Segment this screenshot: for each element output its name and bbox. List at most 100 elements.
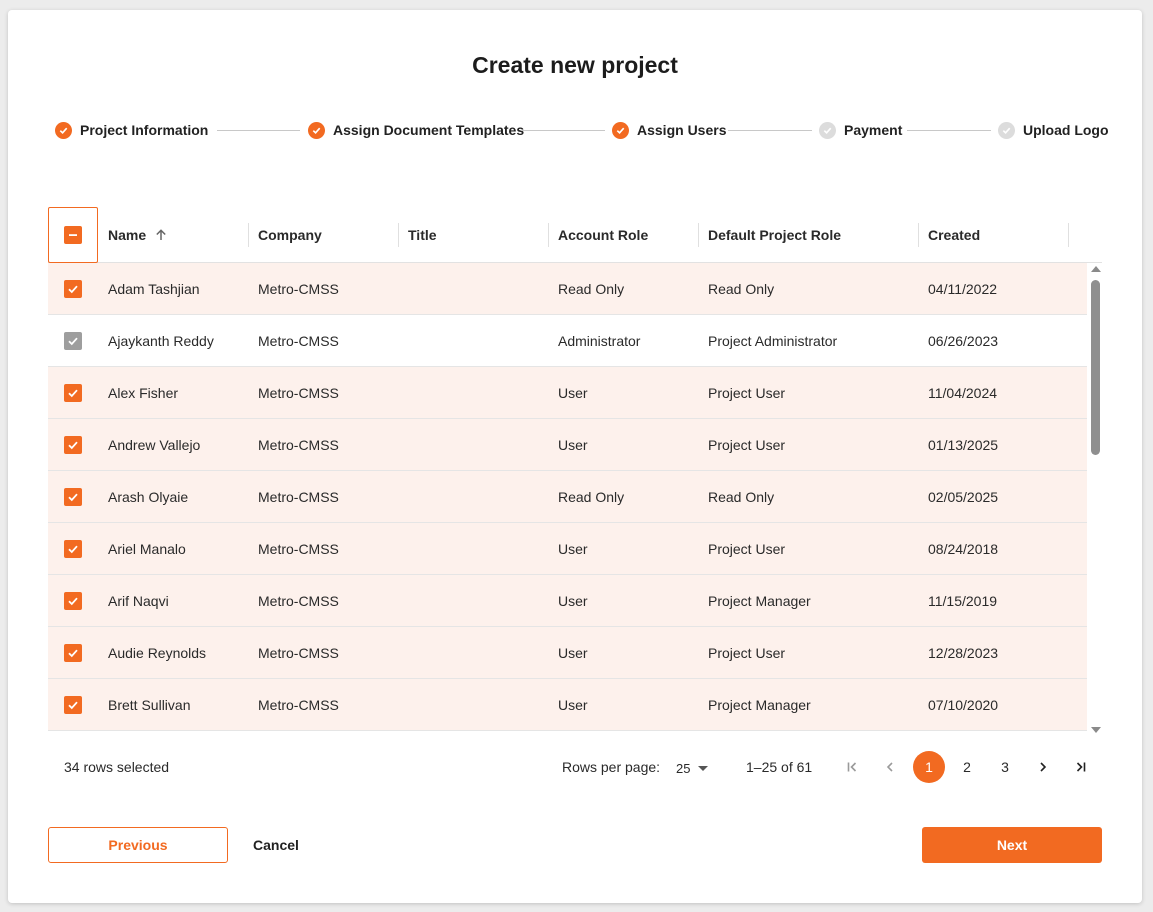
- column-label: Account Role: [558, 227, 649, 243]
- caret-down-icon: [698, 765, 709, 771]
- table-row[interactable]: Ariel Manalo Metro-CMSS User Project User 08…: [48, 523, 1087, 575]
- cell-company: Metro-CMSS: [258, 436, 339, 453]
- table-row[interactable]: Brett Sullivan Metro-CMSS User Project Mana…: [48, 679, 1087, 731]
- cell-company: Metro-CMSS: [258, 332, 339, 349]
- checkmark-icon: [64, 331, 82, 350]
- cell-created: 06/26/2023: [928, 332, 999, 349]
- row-checkbox[interactable]: [64, 575, 82, 626]
- scroll-thumb[interactable]: [1091, 280, 1100, 455]
- step-assign-document-templates[interactable]: Assign Document Templates: [308, 115, 524, 145]
- cancel-button[interactable]: Cancel: [240, 827, 312, 863]
- check-circle-icon: [308, 121, 325, 139]
- page-button-2[interactable]: 2: [951, 751, 983, 783]
- cell-created: 08/24/2018: [928, 540, 999, 557]
- column-header-name[interactable]: Name: [108, 207, 168, 263]
- vertical-scrollbar[interactable]: [1089, 263, 1102, 733]
- rows-per-page-select[interactable]: 25: [676, 755, 709, 781]
- table-row[interactable]: Andrew Vallejo Metro-CMSS User Project User…: [48, 419, 1087, 471]
- row-checkbox[interactable]: [64, 523, 82, 574]
- arrow-up-icon: [156, 229, 166, 240]
- cell-project-role: Project User: [708, 436, 786, 453]
- first-page-button[interactable]: [836, 751, 868, 783]
- cell-name: Audie Reynolds: [108, 644, 207, 661]
- step-label: Assign Users: [637, 122, 727, 138]
- cell-name: Adam Tashjian: [108, 280, 200, 297]
- step-assign-users[interactable]: Assign Users: [612, 115, 726, 145]
- step-label: Payment: [844, 122, 903, 138]
- table-row[interactable]: Alex Fisher Metro-CMSS User Project User 11/…: [48, 367, 1087, 419]
- column-header-default-project-role[interactable]: Default Project Role: [708, 207, 841, 263]
- cell-account-role: User: [558, 592, 588, 609]
- column-header-company[interactable]: Company: [258, 207, 322, 263]
- checkmark-icon: [64, 539, 82, 558]
- step-label: Project Information: [80, 122, 209, 138]
- cell-project-role: Project Manager: [708, 696, 811, 713]
- step-label: Upload Logo: [1023, 122, 1109, 138]
- row-checkbox: [64, 315, 82, 366]
- cell-account-role: User: [558, 384, 588, 401]
- pagination-range: 1–25 of 61: [746, 759, 813, 775]
- cell-created: 02/05/2025: [928, 488, 999, 505]
- checkmark-icon: [64, 643, 82, 662]
- column-label: Name: [108, 227, 147, 243]
- cell-project-role: Project Manager: [708, 592, 811, 609]
- check-circle-icon: [55, 121, 72, 139]
- page-button-1[interactable]: 1: [913, 751, 945, 783]
- checkmark-icon: [64, 487, 82, 506]
- table-row[interactable]: Adam Tashjian Metro-CMSS Read Only Read Onl…: [48, 263, 1087, 315]
- cell-company: Metro-CMSS: [258, 696, 339, 713]
- step-upload-logo[interactable]: Upload Logo: [998, 115, 1109, 145]
- chevron-left-icon: [886, 762, 893, 772]
- row-checkbox[interactable]: [64, 419, 82, 470]
- cell-name: Ariel Manalo: [108, 540, 186, 557]
- cell-project-role: Read Only: [708, 280, 775, 297]
- row-checkbox[interactable]: [64, 263, 82, 314]
- step-connector: [217, 130, 300, 131]
- previous-page-button[interactable]: [874, 751, 906, 783]
- dialog-title: Create new project: [472, 52, 678, 78]
- scroll-down-arrow-icon[interactable]: [1091, 727, 1101, 733]
- table-row[interactable]: Ajaykanth Reddy Metro-CMSS Administrator Pr…: [48, 315, 1087, 367]
- last-page-icon: [1076, 762, 1086, 772]
- cell-created: 12/28/2023: [928, 644, 999, 661]
- scroll-up-arrow-icon[interactable]: [1091, 266, 1101, 272]
- cell-created: 01/13/2025: [928, 436, 999, 453]
- cell-name: Arash Olyaie: [108, 488, 189, 505]
- cell-created: 11/15/2019: [928, 592, 998, 609]
- column-header-account-role[interactable]: Account Role: [558, 207, 648, 263]
- check-circle-icon: [612, 121, 629, 139]
- users-table: Name Company Title Account Role Default …: [48, 207, 1102, 733]
- column-header-created[interactable]: Created: [928, 207, 980, 263]
- page-button-3[interactable]: 3: [989, 751, 1021, 783]
- checkmark-icon: [64, 695, 82, 714]
- previous-button[interactable]: Previous: [48, 827, 228, 863]
- rows-per-page-value: 25: [676, 760, 691, 776]
- row-checkbox[interactable]: [64, 679, 82, 730]
- cell-company: Metro-CMSS: [258, 644, 339, 661]
- table-header: Name Company Title Account Role Default …: [48, 207, 1102, 263]
- step-payment[interactable]: Payment: [819, 115, 902, 145]
- cell-name: Alex Fisher: [108, 384, 179, 401]
- cell-account-role: User: [558, 644, 588, 661]
- row-checkbox[interactable]: [64, 627, 82, 678]
- cell-name: Arif Naqvi: [108, 592, 169, 609]
- next-page-button[interactable]: [1027, 751, 1059, 783]
- table-row[interactable]: Audie Reynolds Metro-CMSS User Project User…: [48, 627, 1087, 679]
- cell-project-role: Project User: [708, 644, 786, 661]
- table-row[interactable]: Arash Olyaie Metro-CMSS Read Only Read Only…: [48, 471, 1087, 523]
- column-divider: [918, 223, 919, 247]
- row-checkbox[interactable]: [64, 471, 82, 522]
- cell-company: Metro-CMSS: [258, 592, 339, 609]
- column-divider: [698, 223, 699, 247]
- cell-project-role: Project User: [708, 540, 786, 557]
- row-checkbox[interactable]: [64, 367, 82, 418]
- last-page-button[interactable]: [1065, 751, 1097, 783]
- step-project-information[interactable]: Project Information: [55, 115, 208, 145]
- step-connector: [728, 130, 812, 131]
- next-button[interactable]: Next: [922, 827, 1102, 863]
- select-all-checkbox[interactable]: [48, 207, 98, 263]
- cell-company: Metro-CMSS: [258, 384, 339, 401]
- column-header-title[interactable]: Title: [408, 207, 437, 263]
- table-row[interactable]: Arif Naqvi Metro-CMSS User Project Manager 1…: [48, 575, 1087, 627]
- cell-project-role: Project User: [708, 384, 786, 401]
